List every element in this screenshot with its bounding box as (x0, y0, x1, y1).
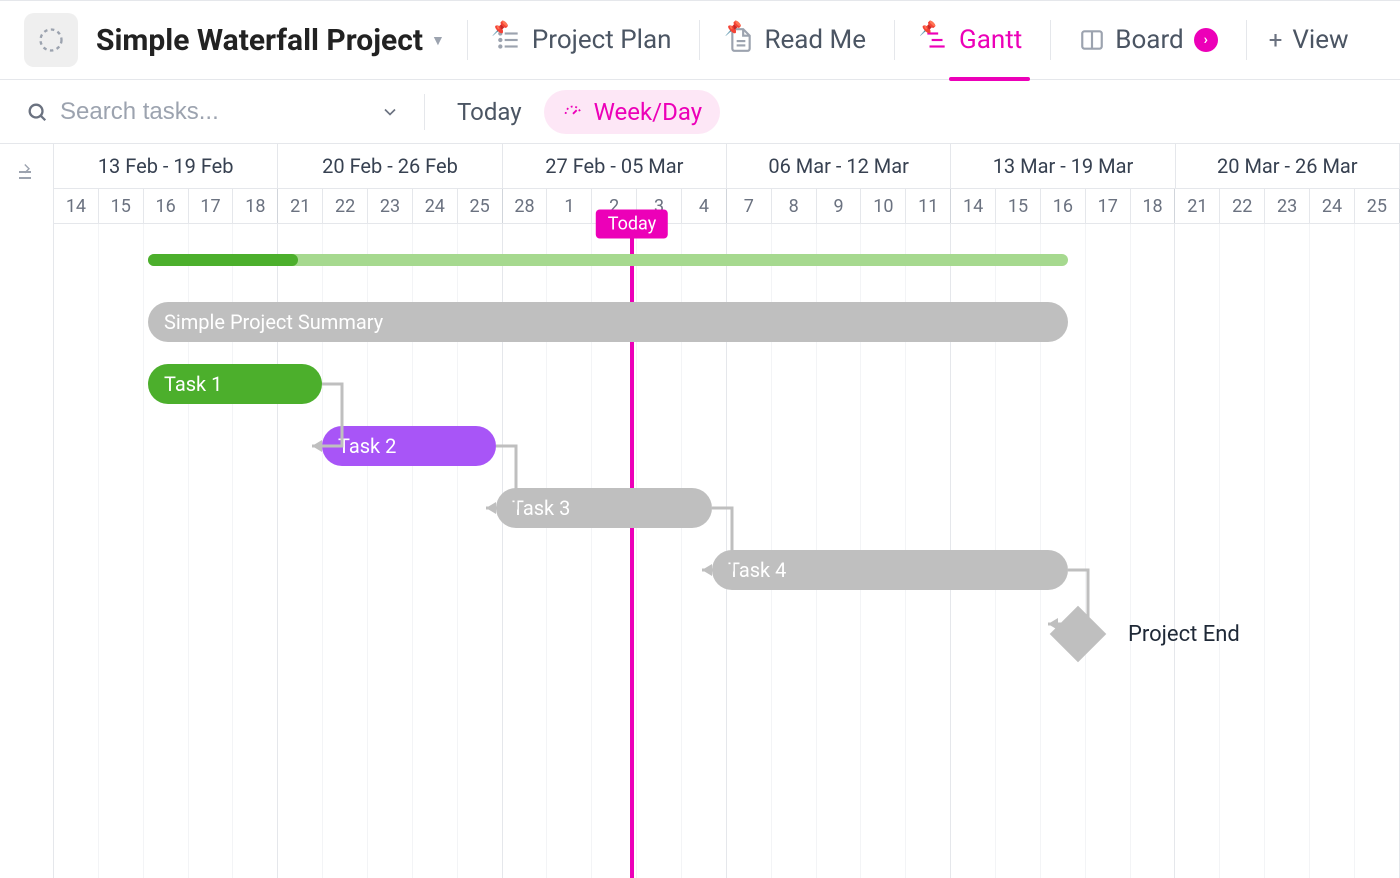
day-header-cell: 15 (996, 189, 1041, 223)
search-wrap (26, 97, 366, 127)
day-header-cell: 21 (1175, 189, 1220, 223)
project-title-text: Simple Waterfall Project (96, 23, 423, 58)
day-header-cell: 22 (1220, 189, 1265, 223)
pin-icon: 📌 (492, 21, 509, 37)
pin-icon: 📌 (724, 21, 741, 37)
plus-icon: + (1269, 26, 1283, 54)
divider (699, 20, 700, 60)
project-title[interactable]: Simple Waterfall Project ▼ (96, 23, 445, 58)
day-header-cell: 18 (1131, 189, 1176, 223)
scale-label: Week/Day (594, 98, 702, 126)
day-header-cell: 23 (1265, 189, 1310, 223)
day-header-cell: 24 (1310, 189, 1355, 223)
caret-down-icon: ▼ (431, 32, 445, 49)
add-view-label: View (1292, 25, 1348, 55)
gantt-area: 13 Feb - 19 Feb20 Feb - 26 Feb27 Feb - 0… (0, 144, 1400, 878)
gauge-icon (562, 101, 584, 123)
divider (467, 20, 468, 60)
tab-readme[interactable]: 📌 Read Me (722, 21, 872, 59)
chart-body[interactable]: Today Simple Project Summary Task 1 Task… (54, 224, 1400, 878)
day-header-cell: 16 (144, 189, 189, 223)
topbar: Simple Waterfall Project ▼ 📌 Project Pla… (0, 0, 1400, 80)
today-button[interactable]: Today (449, 92, 530, 132)
day-header-cell: 14 (951, 189, 996, 223)
add-view-button[interactable]: + View (1269, 25, 1349, 55)
day-header-cell: 28 (503, 189, 548, 223)
day-header-cell: 1 (547, 189, 592, 223)
day-header-cell: 23 (368, 189, 413, 223)
board-icon (1079, 27, 1105, 53)
tab-board[interactable]: Board › (1073, 21, 1223, 59)
week-header-cell: 27 Feb - 05 Mar (503, 144, 727, 188)
tab-label: Board (1115, 25, 1183, 55)
week-header-row: 13 Feb - 19 Feb20 Feb - 26 Feb27 Feb - 0… (54, 144, 1400, 188)
search-icon (26, 101, 48, 123)
pin-icon: 📌 (919, 21, 936, 37)
day-header-cell: 25 (458, 189, 503, 223)
day-header-cell: 17 (189, 189, 234, 223)
day-header-cell: 21 (278, 189, 323, 223)
tab-label: Gantt (959, 25, 1022, 55)
day-header-cell: 10 (861, 189, 906, 223)
project-icon[interactable] (24, 13, 78, 67)
divider (1246, 20, 1247, 60)
day-header-cell: 22 (323, 189, 368, 223)
chevron-down-icon[interactable] (380, 102, 400, 122)
day-header-row: 1415161718212223242528123478910111415161… (54, 188, 1400, 224)
week-header-cell: 13 Feb - 19 Feb (54, 144, 278, 188)
day-header-cell: 4 (682, 189, 727, 223)
day-header-cell: 15 (99, 189, 144, 223)
day-header-cell: 16 (1041, 189, 1086, 223)
chevron-right-icon: › (1194, 28, 1218, 52)
tab-label: Project Plan (532, 25, 672, 55)
day-header-cell: 7 (727, 189, 772, 223)
expand-sidebar-button[interactable] (0, 144, 54, 878)
day-header-cell: 14 (54, 189, 99, 223)
week-header-cell: 20 Feb - 26 Feb (278, 144, 502, 188)
day-header-cell: 25 (1355, 189, 1400, 223)
toolbar: Today Week/Day (0, 80, 1400, 144)
week-header-cell: 13 Mar - 19 Mar (951, 144, 1175, 188)
calendar: 13 Feb - 19 Feb20 Feb - 26 Feb27 Feb - 0… (54, 144, 1400, 878)
day-header-cell: 18 (233, 189, 278, 223)
week-header-cell: 20 Mar - 26 Mar (1176, 144, 1400, 188)
divider (424, 94, 425, 130)
day-header-cell: 9 (817, 189, 862, 223)
day-header-cell: 24 (413, 189, 458, 223)
search-input[interactable] (58, 97, 366, 127)
week-header-cell: 06 Mar - 12 Mar (727, 144, 951, 188)
day-header-cell: 11 (906, 189, 951, 223)
scale-selector[interactable]: Week/Day (544, 90, 720, 134)
day-header-cell: 17 (1086, 189, 1131, 223)
tab-gantt[interactable]: 📌 Gantt (917, 21, 1028, 59)
day-header-cell: 8 (772, 189, 817, 223)
tab-project-plan[interactable]: 📌 Project Plan (490, 21, 678, 59)
tab-label: Read Me (764, 25, 866, 55)
divider (1050, 20, 1051, 60)
divider (894, 20, 895, 60)
